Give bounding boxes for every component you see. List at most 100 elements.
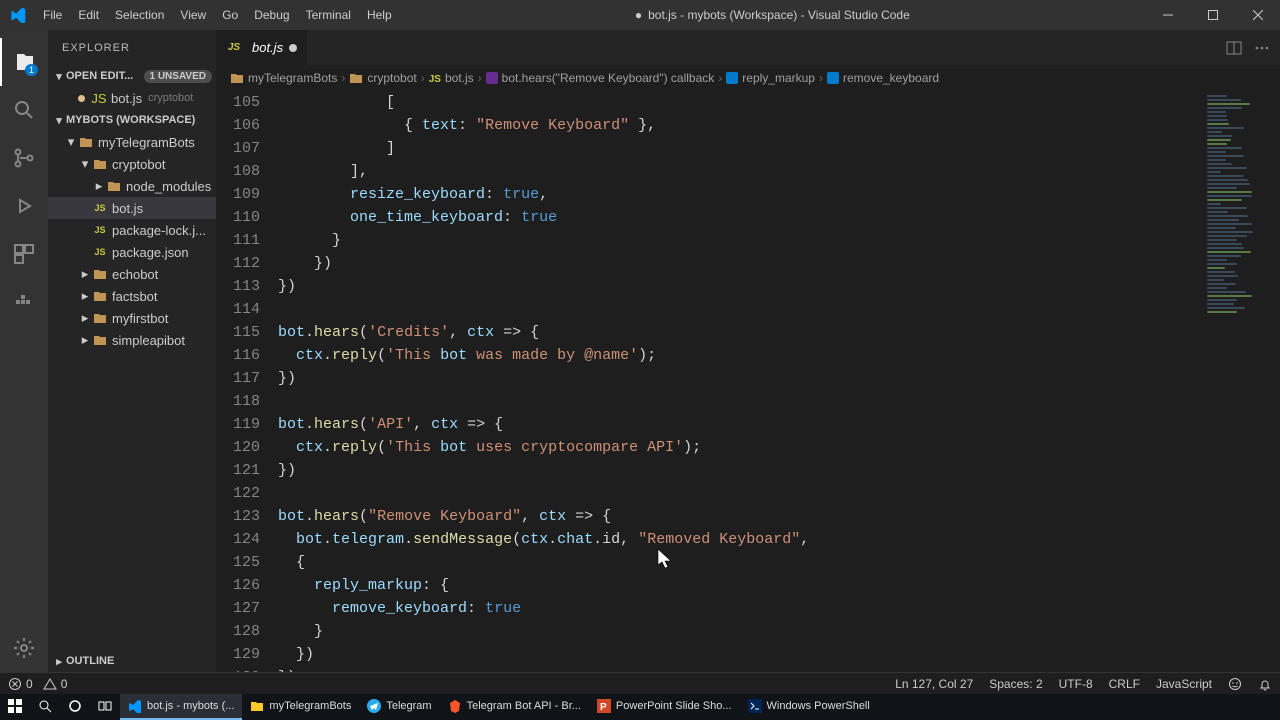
close-button[interactable] <box>1235 0 1280 30</box>
split-editor-icon[interactable] <box>1226 40 1242 56</box>
extensions-activity-icon[interactable] <box>0 230 48 278</box>
taskbar-item[interactable]: myTelegramBots <box>242 694 359 720</box>
modified-dot-icon: ● <box>635 8 642 22</box>
explorer-activity-icon[interactable]: 1 <box>0 38 48 86</box>
js-file-icon: JS <box>92 225 108 235</box>
status-line-col[interactable]: Ln 127, Col 27 <box>895 677 973 691</box>
tree-folder[interactable]: ▸node_modules <box>48 175 216 197</box>
minimize-button[interactable] <box>1145 0 1190 30</box>
ppt-icon: P <box>597 699 611 713</box>
more-actions-icon[interactable] <box>1254 40 1270 56</box>
source-control-activity-icon[interactable] <box>0 134 48 182</box>
taskbar-item[interactable]: Telegram Bot API - Br... <box>440 694 589 720</box>
chevron-down-icon: ▾ <box>52 70 66 83</box>
open-editor-item[interactable]: JS bot.js cryptobot <box>48 87 216 109</box>
breadcrumb-icon <box>827 72 839 84</box>
search-activity-icon[interactable] <box>0 86 48 134</box>
open-editors-header[interactable]: ▾ OPEN EDIT... 1 UNSAVED <box>48 65 216 87</box>
unsaved-count-badge: 1 UNSAVED <box>144 70 213 83</box>
menu-selection[interactable]: Selection <box>107 2 172 28</box>
window-title: ● bot.js - mybots (Workspace) - Visual S… <box>400 8 1145 22</box>
chevron-icon: ▾ <box>78 156 92 172</box>
ps-icon <box>748 699 762 713</box>
breadcrumb-item[interactable]: JSbot.js <box>429 71 474 85</box>
js-file-icon: JS <box>92 203 108 213</box>
breadcrumb-separator-icon: › <box>421 71 425 85</box>
line-gutter: 105 106 107 108 109 110 111 112 113 114 … <box>216 91 278 672</box>
chevron-icon: ▾ <box>64 134 78 150</box>
folder-icon <box>78 135 94 149</box>
taskbar-item[interactable]: bot.js - mybots (... <box>120 694 242 720</box>
status-bar: 0 0 Ln 127, Col 27 Spaces: 2 UTF-8 CRLF … <box>0 672 1280 694</box>
tree-folder[interactable]: ▸myfirstbot <box>48 307 216 329</box>
breadcrumb-item[interactable]: remove_keyboard <box>827 71 939 85</box>
tree-folder[interactable]: ▾cryptobot <box>48 153 216 175</box>
folder-icon <box>250 699 264 713</box>
folder-icon <box>92 267 108 281</box>
outline-header[interactable]: ▸ OUTLINE <box>48 650 216 672</box>
tree-file[interactable]: JSpackage-lock.j... <box>48 219 216 241</box>
js-file-icon: JS <box>92 247 108 257</box>
tree-folder[interactable]: ▸echobot <box>48 263 216 285</box>
cortana-icon <box>68 699 82 713</box>
menu-view[interactable]: View <box>172 2 214 28</box>
title-bar: File Edit Selection View Go Debug Termin… <box>0 0 1280 30</box>
taskbar-item[interactable] <box>90 694 120 720</box>
breadcrumb-separator-icon: › <box>478 71 482 85</box>
folder-icon <box>92 333 108 347</box>
minimap[interactable] <box>1200 91 1280 672</box>
tree-folder[interactable]: ▸factsbot <box>48 285 216 307</box>
js-file-icon: JS <box>226 42 242 53</box>
status-encoding[interactable]: UTF-8 <box>1059 677 1093 691</box>
tree-file[interactable]: JSbot.js <box>48 197 216 219</box>
tree-file[interactable]: JSpackage.json <box>48 241 216 263</box>
telegram-icon <box>367 699 381 713</box>
breadcrumb-separator-icon: › <box>718 71 722 85</box>
menu-edit[interactable]: Edit <box>70 2 107 28</box>
breadcrumb[interactable]: myTelegramBots›cryptobot›JSbot.js›bot.he… <box>216 65 1280 91</box>
chevron-icon: ▸ <box>78 288 92 304</box>
editor-area: JS bot.js myTelegramBots›cryptobot›JSbot… <box>216 30 1280 672</box>
settings-gear-icon[interactable] <box>0 624 48 672</box>
folder-icon <box>92 157 108 171</box>
status-bell-icon[interactable] <box>1258 677 1272 691</box>
menu-go[interactable]: Go <box>214 2 246 28</box>
taskbar-item[interactable]: Telegram <box>359 694 439 720</box>
docker-activity-icon[interactable] <box>0 278 48 326</box>
taskbar-item[interactable] <box>0 694 30 720</box>
breadcrumb-item[interactable]: cryptobot <box>349 71 416 85</box>
status-feedback-icon[interactable] <box>1228 677 1242 691</box>
taskbar-item[interactable] <box>60 694 90 720</box>
status-spaces[interactable]: Spaces: 2 <box>989 677 1042 691</box>
maximize-button[interactable] <box>1190 0 1235 30</box>
menu-help[interactable]: Help <box>359 2 400 28</box>
chevron-right-icon: ▸ <box>52 655 66 668</box>
svg-text:P: P <box>600 702 607 713</box>
taskbar-item[interactable] <box>30 694 60 720</box>
taskbar-item[interactable]: Windows PowerShell <box>740 694 878 720</box>
menu-file[interactable]: File <box>35 2 70 28</box>
menu-terminal[interactable]: Terminal <box>298 2 359 28</box>
breadcrumb-item[interactable]: reply_markup <box>726 71 815 85</box>
taskbar-item[interactable]: PPowerPoint Slide Sho... <box>589 694 740 720</box>
tree-folder[interactable]: ▾myTelegramBots <box>48 131 216 153</box>
status-warnings[interactable]: 0 <box>43 677 68 691</box>
debug-activity-icon[interactable] <box>0 182 48 230</box>
breadcrumb-item[interactable]: myTelegramBots <box>230 71 337 85</box>
explorer-sidebar: EXPLORER ▾ OPEN EDIT... 1 UNSAVED JS bot… <box>48 30 216 672</box>
workspace-header[interactable]: ▾ MYBOTS (WORKSPACE) <box>48 109 216 131</box>
tab-bot-js[interactable]: JS bot.js <box>216 30 308 65</box>
tree-folder[interactable]: ▸simpleapibot <box>48 329 216 351</box>
menu-debug[interactable]: Debug <box>246 2 297 28</box>
breadcrumb-separator-icon: › <box>341 71 345 85</box>
code-editor[interactable]: 105 106 107 108 109 110 111 112 113 114 … <box>216 91 1280 672</box>
folder-icon <box>92 289 108 303</box>
status-language[interactable]: JavaScript <box>1156 677 1212 691</box>
status-errors[interactable]: 0 <box>8 677 33 691</box>
breadcrumb-item[interactable]: bot.hears("Remove Keyboard") callback <box>486 71 715 85</box>
unsaved-dot-icon <box>289 44 297 52</box>
chevron-down-icon: ▾ <box>52 114 66 127</box>
status-eol[interactable]: CRLF <box>1109 677 1140 691</box>
code-content[interactable]: [ { text: "Remove Keyboard" }, ] ], resi… <box>278 91 1200 672</box>
win-icon <box>8 699 22 713</box>
